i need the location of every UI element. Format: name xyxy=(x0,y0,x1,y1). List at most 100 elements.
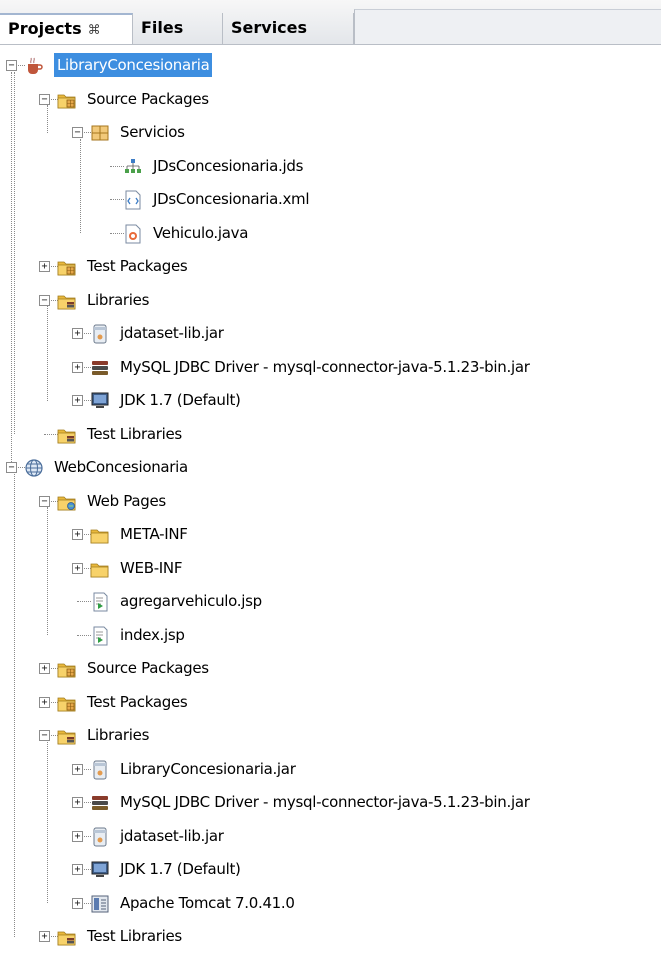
expand-toggle-icon[interactable]: + xyxy=(72,797,83,808)
jsp-file-icon xyxy=(90,591,110,612)
tree-item-label: Test Libraries xyxy=(87,920,182,953)
tree-item-text: JDK 1.7 (Default) xyxy=(120,391,241,409)
tree-row[interactable]: − LibraryConcesionaria xyxy=(0,49,661,82)
tree-row[interactable]: − Libraries xyxy=(0,719,661,752)
tree-row[interactable]: + MySQL JDBC Driver - mysql-connector-jav… xyxy=(0,786,661,819)
expand-toggle-icon[interactable]: + xyxy=(72,830,83,842)
expand-toggle-icon[interactable]: + xyxy=(72,763,83,775)
tab-services[interactable]: Services xyxy=(223,13,354,44)
expand-toggle-icon[interactable]: + xyxy=(39,931,50,942)
tree-item-label: jdataset-lib.jar xyxy=(120,317,224,350)
tree-item-label: MySQL JDBC Driver - mysql-connector-java… xyxy=(120,351,530,384)
collapse-toggle-icon[interactable]: − xyxy=(6,60,17,71)
tree-row[interactable]: + Source Packages xyxy=(0,652,661,685)
tab-services-label: Services xyxy=(231,18,308,37)
tree-item-text: MySQL JDBC Driver - mysql-connector-java… xyxy=(120,357,530,376)
tree-row[interactable]: JDsConcesionaria.xml xyxy=(0,183,661,216)
tree-row[interactable]: + WEB-INF xyxy=(0,552,661,585)
tree-item-text: Servicios xyxy=(120,123,185,141)
collapse-toggle-icon[interactable]: − xyxy=(39,730,50,741)
expand-toggle-icon[interactable]: + xyxy=(72,529,83,540)
tree-row[interactable]: + jdataset-lib.jar xyxy=(0,317,661,350)
jar-file-icon xyxy=(90,759,110,779)
tree-item-label: Libraries xyxy=(87,284,149,317)
tree-row[interactable]: − Web Pages xyxy=(0,485,661,518)
test-packages-folder-icon xyxy=(57,692,77,712)
tree-item-text: agregarvehiculo.jsp xyxy=(120,592,262,610)
tree-row[interactable]: + META-INF xyxy=(0,518,661,551)
tab-projects-label: Projects xyxy=(8,19,82,38)
tree-item-label: JDsConcesionaria.xml xyxy=(153,183,310,216)
monitor-jdk-icon xyxy=(90,859,110,879)
tree-item-label: Source Packages xyxy=(87,83,209,116)
books-library-icon xyxy=(90,357,110,377)
collapse-toggle-icon[interactable]: − xyxy=(6,462,17,473)
tree-item-label: WebConcesionaria xyxy=(54,451,188,484)
tree-row[interactable]: + JDK 1.7 (Default) xyxy=(0,384,661,417)
tree-row[interactable]: + Test Packages xyxy=(0,686,661,719)
coffee-cup-project-icon xyxy=(24,55,44,75)
tree-row[interactable]: + LibraryConcesionaria.jar xyxy=(0,753,661,786)
tree-item-label: MySQL JDBC Driver - mysql-connector-java… xyxy=(120,786,530,819)
tree-item-text: LibraryConcesionaria.jar xyxy=(120,759,296,778)
libraries-folder-icon xyxy=(57,290,77,310)
tree-item-text: jdataset-lib.jar xyxy=(120,826,224,845)
package-icon xyxy=(90,122,110,142)
tree-item-text: JDsConcesionaria.xml xyxy=(153,190,310,208)
source-packages-folder-icon xyxy=(57,89,77,109)
tab-files[interactable]: Files xyxy=(133,13,223,44)
tree-item-label: JDsConcesionaria.jds xyxy=(153,150,303,183)
tree-row[interactable]: + JDK 1.7 (Default) xyxy=(0,853,661,886)
tree-item-label: LibraryConcesionaria.jar xyxy=(120,753,296,786)
expand-toggle-icon[interactable]: + xyxy=(72,395,83,406)
tree-item-text: WebConcesionaria xyxy=(54,458,188,476)
tab-projects[interactable]: Projects ⌘ xyxy=(0,13,133,44)
test-packages-folder-icon xyxy=(57,256,77,276)
tree-row[interactable]: + MySQL JDBC Driver - mysql-connector-jav… xyxy=(0,351,661,384)
tree-row[interactable]: agregarvehiculo.jsp xyxy=(0,585,661,618)
tree-connector-line xyxy=(77,634,91,636)
tree-row[interactable]: + Test Libraries xyxy=(0,920,661,953)
tree-item-label: JDK 1.7 (Default) xyxy=(120,384,241,417)
tree-item-text: JDK 1.7 (Default) xyxy=(120,860,241,878)
tree-item-text: Apache Tomcat 7.0.41.0 xyxy=(120,893,295,912)
tree-item-text: jdataset-lib.jar xyxy=(120,324,224,342)
tree-row[interactable]: index.jsp xyxy=(0,619,661,652)
collapse-toggle-icon[interactable]: − xyxy=(39,495,50,507)
collapse-toggle-icon[interactable]: − xyxy=(39,93,50,105)
tree-row[interactable]: − WebConcesionaria xyxy=(0,451,661,484)
tree-row[interactable]: − Servicios xyxy=(0,116,661,149)
tree-row[interactable]: − Source Packages xyxy=(0,83,661,116)
web-pages-folder-icon xyxy=(57,491,77,511)
expand-toggle-icon[interactable]: + xyxy=(39,663,50,674)
expand-toggle-icon[interactable]: + xyxy=(39,696,50,708)
tree-item-label: LibraryConcesionaria xyxy=(54,49,213,82)
tree-row[interactable]: + Test Packages xyxy=(0,250,661,283)
tree-row[interactable]: JDsConcesionaria.jds xyxy=(0,150,661,183)
close-icon[interactable]: ⌘ xyxy=(88,23,101,38)
tree-item-label: Test Packages xyxy=(87,250,188,283)
tree-row[interactable]: − Libraries xyxy=(0,284,661,317)
tree-item-text: index.jsp xyxy=(120,625,185,644)
tab-bar: Projects ⌘ Files Services xyxy=(0,0,661,45)
tree-row[interactable]: + jdataset-lib.jar xyxy=(0,820,661,853)
tree-item-label: Servicios xyxy=(120,116,185,149)
tree-item-label: WEB-INF xyxy=(120,552,182,585)
expand-toggle-icon[interactable]: + xyxy=(39,261,50,272)
expand-toggle-icon[interactable]: + xyxy=(72,328,83,339)
expand-toggle-icon[interactable]: + xyxy=(72,864,83,875)
tree-item-label: Source Packages xyxy=(87,652,209,685)
collapse-toggle-icon[interactable]: − xyxy=(72,127,83,138)
tree-row[interactable]: + Apache Tomcat 7.0.41.0 xyxy=(0,887,661,920)
expand-toggle-icon[interactable]: + xyxy=(72,897,83,909)
expand-toggle-icon[interactable]: + xyxy=(72,562,83,574)
tree-item-label: META-INF xyxy=(120,518,188,551)
tree-item-text: Test Libraries xyxy=(87,424,182,443)
tree-row[interactable]: Vehiculo.java xyxy=(0,217,661,250)
test-libraries-folder-icon xyxy=(57,424,77,444)
tree-connector-line xyxy=(77,601,91,602)
collapse-toggle-icon[interactable]: − xyxy=(39,294,50,306)
tree-row[interactable]: Test Libraries xyxy=(0,418,661,451)
expand-toggle-icon[interactable]: + xyxy=(72,361,83,373)
tree-item-label: Test Libraries xyxy=(87,418,182,451)
